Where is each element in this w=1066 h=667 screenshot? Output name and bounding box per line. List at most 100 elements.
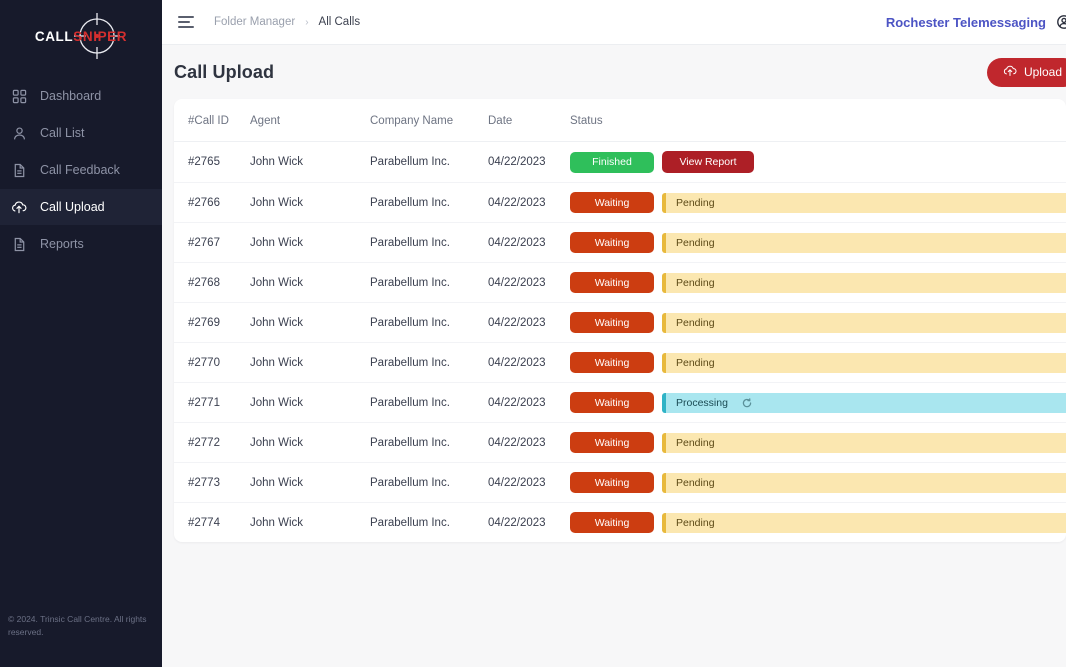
sidebar-item-call-list[interactable]: Call List [0, 115, 162, 151]
cell-call-id: #2767 [174, 223, 250, 263]
chevron-right-icon: › [305, 17, 308, 28]
column-header-agent[interactable]: Agent [250, 99, 370, 142]
progress-label: Pending [676, 437, 715, 449]
cell-status: Waiting [570, 223, 662, 263]
table-row[interactable]: #2773John WickParabellum Inc.04/22/2023W… [174, 463, 1066, 503]
table-row[interactable]: #2766John WickParabellum Inc.04/22/2023W… [174, 183, 1066, 223]
status-badge[interactable]: Waiting [570, 432, 654, 453]
cell-call-id: #2770 [174, 343, 250, 383]
progress-bar-processing[interactable]: Processing [662, 393, 1066, 413]
status-badge[interactable]: Waiting [570, 352, 654, 373]
cell-date: 04/22/2023 [488, 142, 570, 183]
progress-bar-pending[interactable]: Pending [662, 473, 1066, 493]
cell-call-id: #2765 [174, 142, 250, 183]
cell-action: Pending [662, 303, 1066, 343]
progress-bar-pending[interactable]: Pending [662, 193, 1066, 213]
progress-bar-pending[interactable]: Pending [662, 353, 1066, 373]
sidebar-item-call-feedback[interactable]: Call Feedback [0, 152, 162, 188]
sidebar-item-dashboard[interactable]: Dashboard [0, 78, 162, 114]
status-badge[interactable]: Finished [570, 152, 654, 173]
progress-bar-pending[interactable]: Pending [662, 513, 1066, 533]
status-badge[interactable]: Waiting [570, 192, 654, 213]
progress-bar-pending[interactable]: Pending [662, 233, 1066, 253]
progress-label: Pending [676, 197, 715, 209]
cell-agent: John Wick [250, 142, 370, 183]
cell-company: Parabellum Inc. [370, 183, 488, 223]
cell-agent: John Wick [250, 343, 370, 383]
cell-date: 04/22/2023 [488, 463, 570, 503]
main-area: Folder Manager › All Calls Rochester Tel… [162, 0, 1066, 667]
cell-date: 04/22/2023 [488, 383, 570, 423]
organization-name[interactable]: Rochester Telemessaging [886, 15, 1046, 30]
cell-call-id: #2768 [174, 263, 250, 303]
column-header-call-id[interactable]: #Call ID [174, 99, 250, 142]
progress-bar-pending[interactable]: Pending [662, 273, 1066, 293]
cell-date: 04/22/2023 [488, 303, 570, 343]
cell-date: 04/22/2023 [488, 343, 570, 383]
calls-table: #Call ID Agent Company Name Date Status … [174, 99, 1066, 542]
cell-agent: John Wick [250, 503, 370, 543]
page-title: Call Upload [174, 62, 274, 83]
status-badge[interactable]: Waiting [570, 272, 654, 293]
table-row[interactable]: #2768John WickParabellum Inc.04/22/2023W… [174, 263, 1066, 303]
cell-date: 04/22/2023 [488, 503, 570, 543]
progress-bar-pending[interactable]: Pending [662, 313, 1066, 333]
progress-bar-pending[interactable]: Pending [662, 433, 1066, 453]
sidebar-item-label: Dashboard [40, 89, 101, 103]
progress-label: Processing [676, 397, 728, 409]
table-row[interactable]: #2767John WickParabellum Inc.04/22/2023W… [174, 223, 1066, 263]
sidebar-nav: Dashboard Call List C [0, 78, 162, 262]
cell-company: Parabellum Inc. [370, 463, 488, 503]
column-header-status[interactable]: Status [570, 99, 662, 142]
table-row[interactable]: #2770John WickParabellum Inc.04/22/2023W… [174, 343, 1066, 383]
app-logo[interactable]: CALLSNIPER [0, 0, 162, 72]
app-root: CALLSNIPER Dashboard [0, 0, 1066, 667]
cell-company: Parabellum Inc. [370, 423, 488, 463]
cell-agent: John Wick [250, 383, 370, 423]
cell-status: Waiting [570, 463, 662, 503]
table-row[interactable]: #2774John WickParabellum Inc.04/22/2023W… [174, 503, 1066, 543]
cell-action: Pending [662, 223, 1066, 263]
breadcrumb-current[interactable]: All Calls [319, 16, 361, 28]
hamburger-icon[interactable] [178, 16, 196, 28]
upload-button-label: Upload [1024, 65, 1062, 79]
cell-action: Pending [662, 503, 1066, 543]
logo-text-sniper: SNIPER [73, 29, 127, 44]
breadcrumb-parent[interactable]: Folder Manager [214, 16, 295, 28]
cell-status: Waiting [570, 183, 662, 223]
sidebar-copyright: © 2024. Trinsic Call Centre. All rights … [8, 613, 152, 639]
status-badge[interactable]: Waiting [570, 472, 654, 493]
cell-company: Parabellum Inc. [370, 223, 488, 263]
user-badge-icon[interactable] [1056, 14, 1066, 30]
sidebar-item-reports[interactable]: Reports [0, 226, 162, 262]
table-row[interactable]: #2769John WickParabellum Inc.04/22/2023W… [174, 303, 1066, 343]
cell-date: 04/22/2023 [488, 223, 570, 263]
cell-company: Parabellum Inc. [370, 303, 488, 343]
logo-text: CALLSNIPER [35, 29, 127, 44]
cell-agent: John Wick [250, 263, 370, 303]
table-row[interactable]: #2772John WickParabellum Inc.04/22/2023W… [174, 423, 1066, 463]
table-row[interactable]: #2771John WickParabellum Inc.04/22/2023W… [174, 383, 1066, 423]
sidebar: CALLSNIPER Dashboard [0, 0, 162, 667]
status-badge[interactable]: Waiting [570, 312, 654, 333]
column-header-company[interactable]: Company Name [370, 99, 488, 142]
upload-button[interactable]: Upload [987, 58, 1066, 87]
spinner-icon [742, 398, 752, 408]
table-header-row: #Call ID Agent Company Name Date Status [174, 99, 1066, 142]
cell-call-id: #2771 [174, 383, 250, 423]
status-badge[interactable]: Waiting [570, 512, 654, 533]
status-badge[interactable]: Waiting [570, 392, 654, 413]
logo-text-call: CALL [35, 29, 73, 44]
cell-company: Parabellum Inc. [370, 343, 488, 383]
table-row[interactable]: #2765John WickParabellum Inc.04/22/2023F… [174, 142, 1066, 183]
sidebar-item-call-upload[interactable]: Call Upload [0, 189, 162, 225]
status-badge[interactable]: Waiting [570, 232, 654, 253]
topbar-right: Rochester Telemessaging [886, 14, 1066, 30]
cell-action: Pending [662, 343, 1066, 383]
view-report-button[interactable]: View Report [662, 151, 754, 173]
cell-status: Finished [570, 142, 662, 183]
column-header-date[interactable]: Date [488, 99, 570, 142]
progress-label: Pending [676, 277, 715, 289]
cell-company: Parabellum Inc. [370, 142, 488, 183]
cell-agent: John Wick [250, 463, 370, 503]
